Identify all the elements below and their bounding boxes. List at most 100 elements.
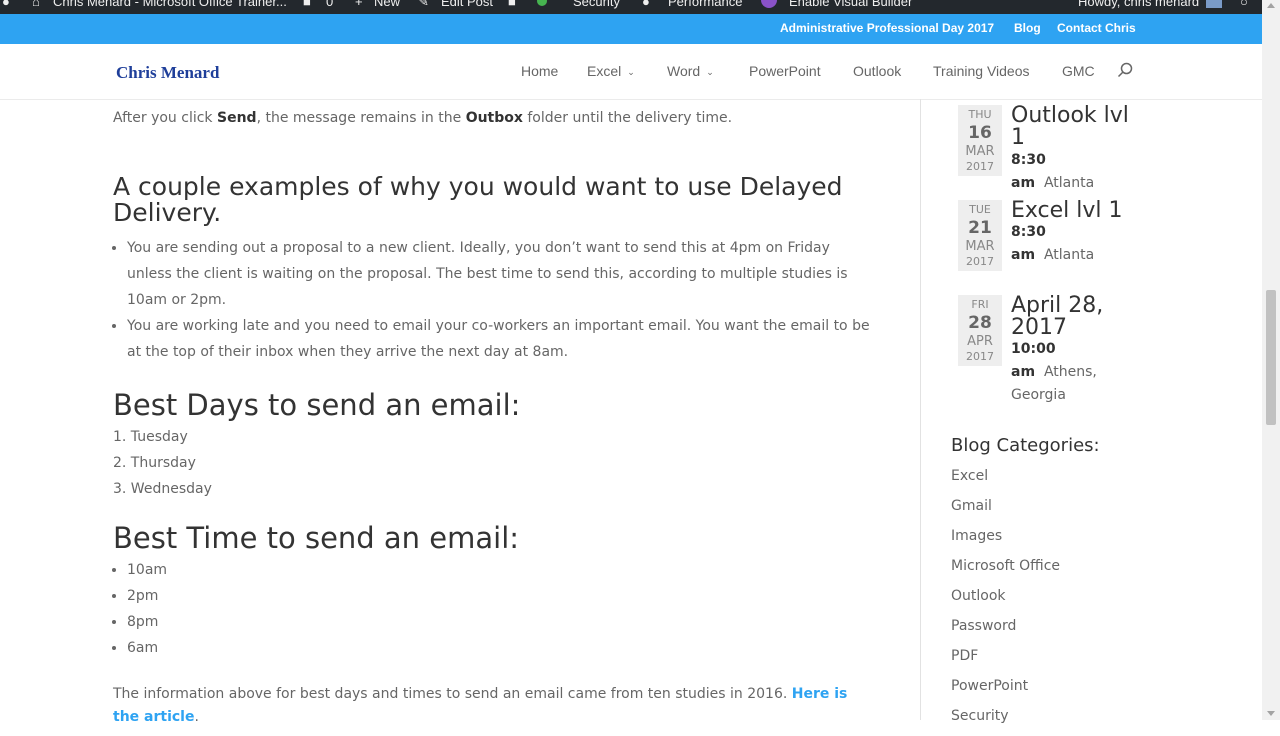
source-paragraph: The information above for best days and … (113, 683, 873, 729)
topbar-link-blog[interactable]: Blog (1014, 21, 1041, 35)
list-item: 8pm (127, 609, 873, 635)
admin-site-name[interactable]: Chris Menard - Microsoft Office Trainer.… (53, 0, 287, 9)
list-item: 3. Wednesday (113, 481, 212, 497)
chevron-down-icon: ⌄ (627, 67, 635, 77)
text-span: The information above for best days and … (113, 686, 792, 702)
examples-list: You are sending out a proposal to a new … (113, 235, 873, 365)
site-logo[interactable]: Chris Menard (116, 63, 219, 83)
event-date-badge: THU 16 MAR 2017 (958, 105, 1002, 176)
category-link-images[interactable]: Images (951, 526, 1060, 556)
status-dot-icon (537, 0, 547, 6)
performance-icon[interactable]: ● (642, 0, 650, 9)
list-item: 1. Tuesday (113, 429, 188, 445)
site-header: Chris Menard Home Excel ⌄ Word ⌄ PowerPoin… (0, 44, 1262, 99)
admin-edit-post[interactable]: Edit Post (441, 0, 493, 9)
nav-item-label: Word (667, 63, 701, 79)
chevron-down-icon: ⌄ (706, 67, 714, 77)
topbar-link-contact[interactable]: Contact Chris (1057, 21, 1136, 35)
bold-send: Send (216, 110, 257, 126)
page-scrollbar[interactable] (1262, 0, 1280, 720)
user-avatar-icon[interactable] (1206, 0, 1222, 8)
admin-search-icon[interactable]: ○ (1240, 0, 1248, 9)
list-item: 6am (127, 635, 873, 661)
category-link-password[interactable]: Password (951, 616, 1060, 646)
best-times-list: 10am 2pm 8pm 6am (113, 557, 873, 661)
event-location: Atlanta (1043, 175, 1095, 191)
admin-bar: ● ⌂ Chris Menard - Microsoft Office Trai… (0, 0, 1262, 14)
text-span: After you click (113, 110, 217, 126)
category-link-pdf[interactable]: PDF (951, 646, 1060, 676)
heading-examples: A couple examples of why you would want … (113, 172, 843, 227)
categories-list: Excel Gmail Images Microsoft Office Outl… (951, 466, 1060, 736)
bold-outbox: Outbox (465, 110, 523, 126)
text-span: folder until the delivery time. (522, 110, 733, 126)
list-item: 2pm (127, 583, 873, 609)
category-link-security[interactable]: Security (951, 706, 1060, 736)
event-day: 16 (968, 123, 992, 143)
text-span: , the message remains in the (256, 110, 466, 126)
text-span: . (194, 709, 199, 725)
nav-item-outlook[interactable]: Outlook (853, 63, 901, 79)
heading-best-time: Best Time to send an email: (113, 521, 520, 555)
event-title[interactable]: April 28, 2017 (1011, 295, 1146, 339)
event-title[interactable]: Excel lvl 1 (1011, 200, 1146, 222)
list-item: 2. Thursday (113, 455, 196, 471)
admin-visual-builder[interactable]: Enable Visual Builder (789, 0, 912, 9)
event-time: 8:30 am (1011, 224, 1046, 263)
event-date-badge: FRI 28 APR 2017 (958, 295, 1002, 366)
category-link-excel[interactable]: Excel (951, 466, 1060, 496)
event-month: MAR (965, 239, 995, 254)
list-item: You are sending out a proposal to a new … (127, 235, 873, 313)
secondary-nav-bar: Administrative Professional Day 2017 Blo… (0, 14, 1262, 44)
heading-best-days: Best Days to send an email: (113, 388, 521, 422)
admin-howdy[interactable]: Howdy, chris menard (1078, 0, 1199, 9)
event-title[interactable]: Outlook lvl 1 (1011, 105, 1146, 149)
nav-item-label: Excel (587, 63, 622, 79)
category-link-gmail[interactable]: Gmail (951, 496, 1060, 526)
event-dow: TUE (969, 203, 991, 216)
categories-title: Blog Categories: (951, 435, 1100, 456)
event-year: 2017 (966, 350, 994, 363)
event-time: 8:30 am (1011, 152, 1046, 191)
topbar-link-admin-day[interactable]: Administrative Professional Day 2017 (780, 21, 994, 35)
wordpress-icon[interactable]: ● (2, 0, 10, 9)
article-content: After you click Send, the message remain… (113, 99, 873, 729)
nav-item-excel[interactable]: Excel ⌄ (587, 63, 635, 79)
event-date-badge: TUE 21 MAR 2017 (958, 200, 1002, 271)
pencil-icon[interactable]: ✎ (418, 0, 429, 10)
event-year: 2017 (966, 255, 994, 268)
plus-icon[interactable]: + (355, 0, 363, 9)
nav-item-powerpoint[interactable]: PowerPoint (749, 63, 821, 79)
list-item: You are working late and you need to ema… (127, 313, 873, 365)
admin-security[interactable]: Security (573, 0, 620, 9)
event-day: 21 (968, 218, 992, 238)
event-meta: 8:30 am Atlanta (1011, 149, 1131, 195)
event-meta: 10:00 am Athens, Georgia (1011, 338, 1106, 407)
event-location: Atlanta (1043, 247, 1095, 263)
event-month: MAR (965, 144, 995, 159)
scroll-thumb[interactable] (1266, 290, 1276, 425)
scroll-up-arrow-icon[interactable] (1267, 3, 1275, 8)
admin-performance[interactable]: Performance (668, 0, 742, 9)
divi-icon[interactable] (761, 0, 777, 8)
best-days-list: 1. Tuesday 2. Thursday 3. Wednesday (113, 424, 873, 502)
category-link-powerpoint[interactable]: PowerPoint (951, 676, 1060, 706)
nav-item-home[interactable]: Home (521, 63, 558, 79)
nav-item-word[interactable]: Word ⌄ (667, 63, 714, 79)
admin-new[interactable]: New (374, 0, 400, 9)
comment-icon[interactable]: ■ (303, 0, 311, 9)
category-link-microsoft-office[interactable]: Microsoft Office (951, 556, 1060, 586)
plugin-icon[interactable]: ■ (508, 0, 516, 9)
search-icon[interactable] (1117, 62, 1133, 78)
intro-paragraph: After you click Send, the message remain… (113, 105, 873, 131)
event-meta: 8:30 am Atlanta (1011, 221, 1131, 267)
nav-item-training-videos[interactable]: Training Videos (933, 63, 1030, 79)
comments-count[interactable]: 0 (326, 0, 333, 9)
event-day: 28 (968, 313, 992, 333)
scroll-down-arrow-icon[interactable] (1267, 711, 1275, 716)
event-month: APR (967, 334, 993, 349)
home-icon[interactable]: ⌂ (32, 0, 40, 9)
category-link-outlook[interactable]: Outlook (951, 586, 1060, 616)
nav-item-gmc[interactable]: GMC (1062, 63, 1095, 79)
sidebar-divider (920, 99, 921, 720)
